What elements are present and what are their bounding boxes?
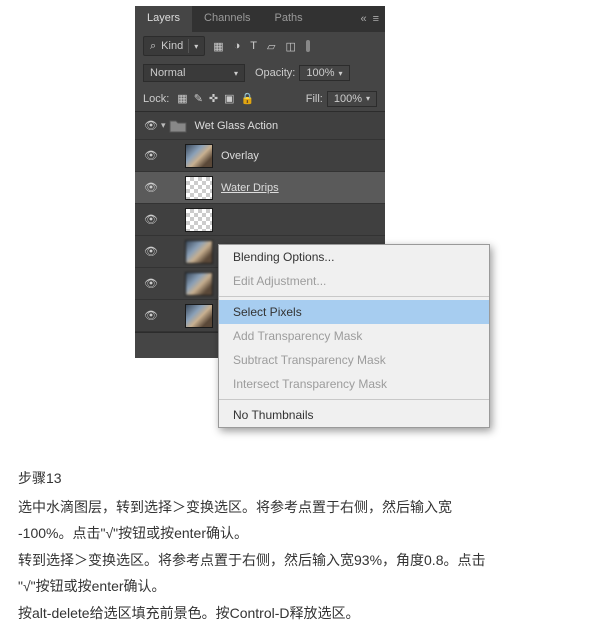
panel-menu-icon[interactable]: ≡ [373,13,379,25]
opacity-input[interactable]: 100% ▾ [299,65,349,81]
layer-thumbnail[interactable] [185,272,213,296]
visibility-toggle[interactable]: 👁 [141,245,161,258]
lock-all-icon[interactable]: 🔒 [241,92,255,105]
filter-adjust-icon[interactable]: ◑ [234,40,241,52]
instruction-text: 步骤13 选中水滴图层，转到选择＞变换选区。将参考点置于右侧，然后输入宽 -10… [18,465,578,627]
lock-position-icon[interactable]: ✜ [209,92,218,105]
folder-icon [169,118,189,134]
step-line: -100%。点击"√"按钮或按enter确认。 [18,520,578,547]
lock-transparent-icon[interactable]: ▦ [177,92,187,105]
visibility-toggle[interactable]: 👁 [141,309,161,322]
menu-edit-adjustment: Edit Adjustment... [219,269,489,293]
tab-channels[interactable]: Channels [192,6,262,32]
visibility-toggle[interactable]: 👁 [141,213,161,226]
step-line: 选中水滴图层，转到选择＞变换选区。将参考点置于右侧，然后输入宽 [18,494,578,521]
panel-tabs: Layers Channels Paths « ≡ [135,6,385,32]
lock-label: Lock: [143,93,169,105]
blend-row: Normal ▾ Opacity: 100% ▾ [135,60,385,86]
collapse-icon[interactable]: « [360,13,366,25]
filter-toggle-icon[interactable] [306,40,310,52]
visibility-toggle[interactable]: 👁 [141,149,161,162]
chevron-down-icon: ▾ [366,94,370,103]
step-title: 步骤13 [18,465,578,492]
kind-label: Kind [161,40,183,52]
visibility-toggle[interactable]: 👁 [141,119,161,132]
tab-layers[interactable]: Layers [135,6,192,32]
layer-name: Water Drips [221,182,279,194]
twirl-down-icon[interactable]: ▾ [161,120,166,131]
layer-thumbnail[interactable] [185,176,213,200]
blend-mode-select[interactable]: Normal ▾ [143,64,245,82]
lock-artboard-icon[interactable]: ▣ [224,92,234,105]
layer-group[interactable]: 👁 ▾ Wet Glass Action [135,112,385,140]
visibility-toggle[interactable]: 👁 [141,277,161,290]
kind-filter[interactable]: ⌕ Kind ▾ [143,36,205,56]
fill-input[interactable]: 100% ▾ [327,91,377,107]
opacity-label: Opacity: [255,67,295,79]
search-icon: ⌕ [150,40,156,53]
lock-image-icon[interactable]: ✎ [194,92,203,105]
layer-name: Overlay [221,150,259,162]
step-line: 转到选择＞变换选区。将参考点置于右侧，然后输入宽93%，角度0.8。点击 [18,547,578,574]
filter-pixel-icon[interactable]: ▦ [213,40,223,53]
menu-no-thumbnails[interactable]: No Thumbnails [219,403,489,427]
context-menu: Blending Options... Edit Adjustment... S… [218,244,490,428]
chevron-down-icon: ▾ [234,69,238,78]
filter-bar: ⌕ Kind ▾ ▦ ◑ T ▱ ◫ [135,32,385,60]
menu-subtract-transparency-mask: Subtract Transparency Mask [219,348,489,372]
layer-thumbnail[interactable] [185,144,213,168]
lock-row: Lock: ▦ ✎ ✜ ▣ 🔒 Fill: 100% ▾ [135,86,385,112]
layer-thumbnail[interactable] [185,208,213,232]
menu-intersect-transparency-mask: Intersect Transparency Mask [219,372,489,396]
filter-smart-icon[interactable]: ◫ [285,40,295,53]
tab-paths[interactable]: Paths [263,6,315,32]
step-line: 按alt-delete给选区填充前景色。按Control-D释放选区。 [18,600,578,627]
filter-shape-icon[interactable]: ▱ [267,40,275,53]
layer-row[interactable]: 👁 Overlay [135,140,385,172]
blend-mode-value: Normal [150,67,185,79]
menu-select-pixels[interactable]: Select Pixels [219,300,489,324]
menu-blending-options[interactable]: Blending Options... [219,245,489,269]
layer-thumbnail[interactable] [185,304,213,328]
step-line: "√"按钮或按enter确认。 [18,573,578,600]
layer-row-selected[interactable]: 👁 Water Drips [135,172,385,204]
chevron-down-icon: ▾ [194,42,198,51]
menu-add-transparency-mask: Add Transparency Mask [219,324,489,348]
layer-name: Wet Glass Action [195,120,279,132]
layer-thumbnail[interactable] [185,240,213,264]
fill-label: Fill: [306,93,323,105]
visibility-toggle[interactable]: 👁 [141,181,161,194]
layer-row[interactable]: 👁 [135,204,385,236]
chevron-down-icon: ▾ [339,69,343,78]
filter-type-icon[interactable]: T [250,40,257,52]
